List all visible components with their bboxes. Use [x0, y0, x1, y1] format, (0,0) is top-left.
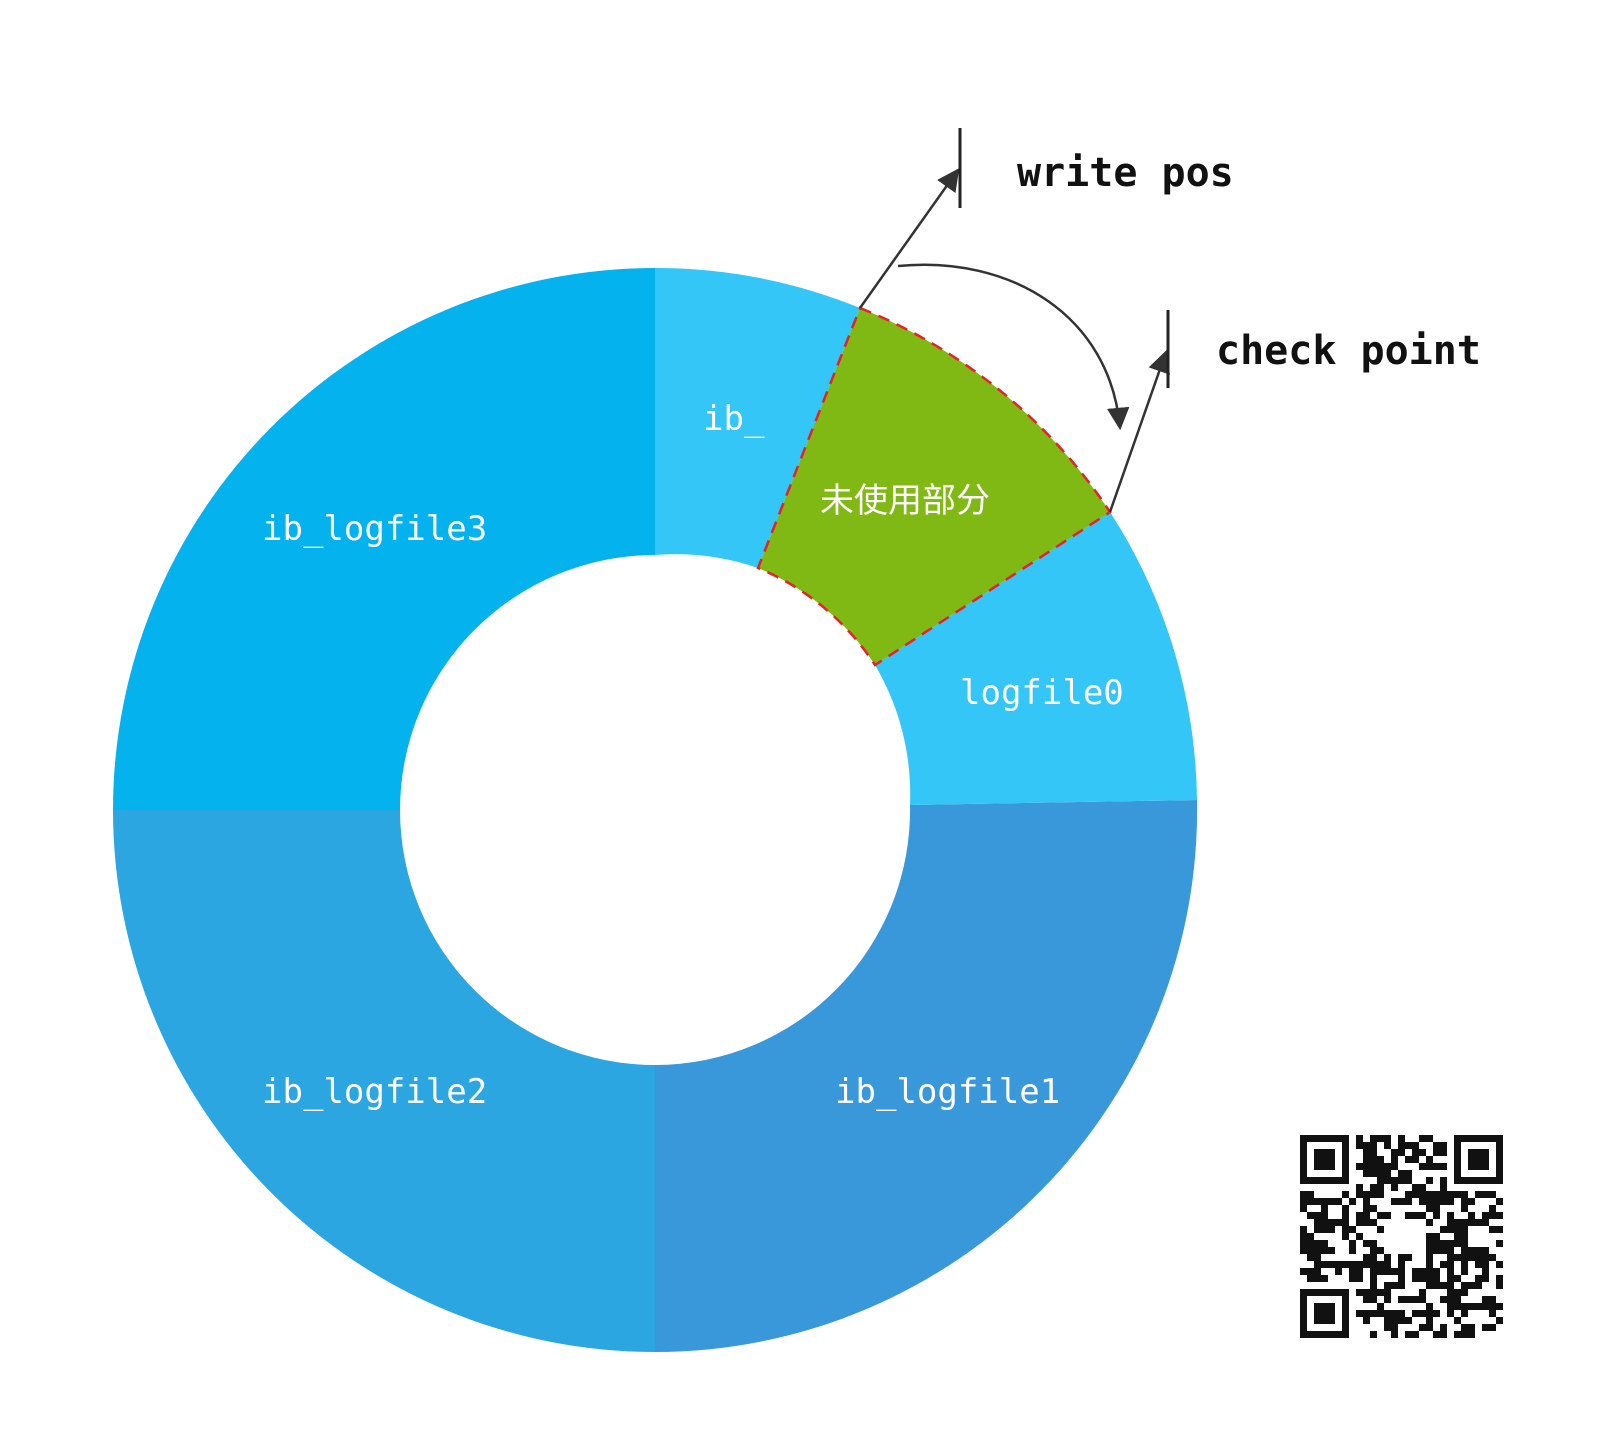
qr-code-image [1300, 1135, 1503, 1338]
label-unused-part: 未使用部分 [820, 481, 990, 521]
check-point-label: check point [1216, 328, 1481, 374]
label-ib-logfile2: ib_logfile2 [262, 1072, 487, 1112]
write-pos-marker: write pos [858, 128, 1234, 309]
write-pos-arrow [858, 168, 960, 309]
redo-log-ring-diagram: ib_logfile3 ib_logfile2 ib_logfile1 logf… [113, 128, 1503, 1352]
label-ib-prefix: ib_ [703, 399, 765, 439]
ring [113, 267, 1198, 1352]
label-ib-logfile3: ib_logfile3 [262, 509, 487, 549]
write-pos-label: write pos [1017, 150, 1234, 196]
label-ib-logfile1: ib_logfile1 [835, 1072, 1060, 1112]
label-logfile0: logfile0 [960, 673, 1124, 713]
check-point-marker: check point [1108, 310, 1481, 513]
check-point-arrow [1108, 349, 1170, 513]
